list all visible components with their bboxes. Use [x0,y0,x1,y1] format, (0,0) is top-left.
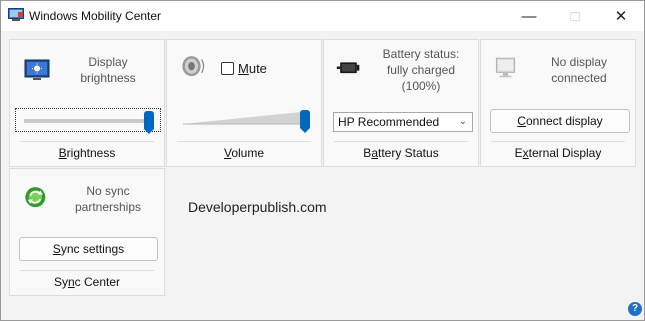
watermark-text: Developerpublish.com [188,199,327,215]
help-icon[interactable]: ? [628,302,642,316]
external-display-description: No display connected [550,55,608,85]
title-bar: Windows Mobility Center — □ ✕ [1,1,644,31]
mute-label[interactable]: Mute [238,61,267,76]
display-brightness-icon [24,59,50,80]
brightness-caption: Brightness [58,146,116,160]
sync-center-tile: No sync partnerships Sync settings Sync … [9,168,165,296]
volume-tile: Mute Volume [166,39,322,167]
connect-display-button[interactable]: Connect display [490,109,630,133]
external-display-tile: No display connected Connect display Ext… [480,39,636,167]
close-icon: ✕ [614,8,628,25]
mobility-center-app-icon [8,8,24,21]
sync-settings-button[interactable]: Sync settings [19,237,158,261]
minimize-icon: — [521,7,537,25]
chevron-down-icon: ⌄ [458,116,467,127]
volume-caption: Volume [223,146,265,160]
battery-icon [336,62,360,74]
external-display-icon [495,57,516,78]
maximize-button[interactable]: □ [552,1,598,31]
external-display-caption: External Display [514,146,602,160]
brightness-slider-track [24,119,152,123]
battery-description: Battery status: fully charged (100%) [382,47,460,93]
power-plan-dropdown[interactable]: HP Recommended ⌄ [333,112,473,132]
brightness-tile: Display brightness Brightness [9,39,165,167]
maximize-icon: □ [570,7,580,25]
minimize-button[interactable]: — [506,1,552,31]
battery-tile: Battery status: fully charged (100%) HP … [323,39,479,167]
window-title: Windows Mobility Center [29,9,162,23]
brightness-description: Display brightness [80,55,136,85]
brightness-slider-thumb[interactable] [144,111,154,134]
mobility-center-window: Windows Mobility Center — □ ✕ Display br… [0,0,645,321]
speaker-icon[interactable] [179,52,209,82]
sync-center-caption: Sync Center [53,275,121,289]
sync-description: No sync partnerships [74,184,142,214]
volume-slider-thumb[interactable] [300,110,310,133]
brightness-slider[interactable] [15,108,161,134]
mute-checkbox[interactable] [221,62,234,75]
volume-slider-track [183,112,301,124]
close-button[interactable]: ✕ [598,1,644,31]
battery-caption: Battery Status [363,146,439,160]
sync-icon [25,187,46,208]
